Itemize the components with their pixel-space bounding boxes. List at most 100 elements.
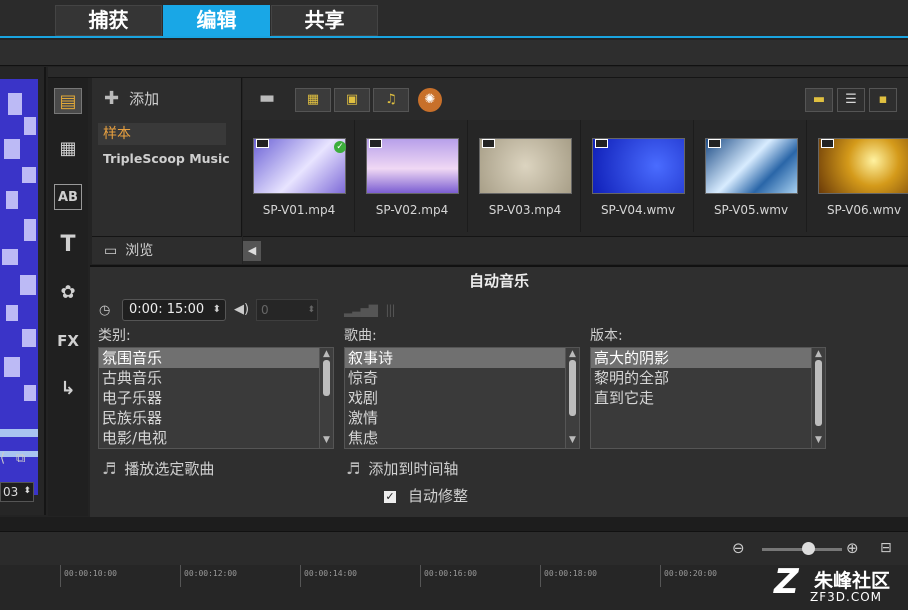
copy-icon[interactable]: ⧉ — [16, 451, 25, 466]
scroll-up-icon[interactable]: ▲ — [566, 349, 579, 359]
zoom-slider-handle[interactable] — [802, 542, 815, 555]
list-item[interactable]: 古典音乐 — [99, 368, 333, 388]
add-to-timeline-button[interactable]: ♬ 添加到时间轴 — [346, 458, 458, 479]
timeline-toolbar: ⊖ ⊕ ⊟ — [0, 531, 908, 565]
thumbnail-view-icon[interactable]: ▪ — [869, 88, 897, 112]
tab-share[interactable]: 共享 — [271, 5, 378, 36]
video-type-icon — [595, 139, 608, 148]
folder-item-triplescoop[interactable]: TripleScoop Music — [103, 151, 230, 166]
scroll-down-icon[interactable]: ▼ — [812, 435, 825, 445]
duration-field[interactable]: 0:00: 15:00 ⬍ — [122, 299, 226, 321]
scroll-thumb[interactable] — [569, 360, 576, 416]
watermark-logo: Z 朱峰社区 ZF3D.COM — [774, 562, 908, 610]
duration-value: 0:00: 15:00 — [129, 302, 205, 317]
spin-icon[interactable]: ⬍ — [213, 300, 221, 320]
scrollbar[interactable]: ▲ ▼ — [811, 348, 825, 448]
browse-button[interactable]: ▭ 浏览 — [92, 236, 242, 264]
zoom-in-icon[interactable]: ⊕ — [846, 539, 859, 557]
thumbnail-scrollbar[interactable]: ◀ — [243, 236, 908, 264]
show-video-icon[interactable]: ▦ — [295, 88, 331, 112]
show-photo-icon[interactable]: ▣ — [334, 88, 370, 112]
preview-video-frame — [0, 79, 38, 495]
media-thumbnail[interactable]: ✓ SP-V01.mp4 — [243, 120, 355, 232]
list-item[interactable]: 氛围音乐 — [99, 348, 333, 368]
tick-mark — [180, 565, 181, 587]
media-thumbnail[interactable]: SP-V06.wmv — [808, 120, 908, 232]
volume-meter-icon: ▂▃▅▇ ||| — [344, 303, 395, 317]
spin-icon[interactable]: ⬍ — [307, 300, 315, 320]
scroll-down-icon[interactable]: ▼ — [320, 435, 333, 445]
media-thumbnail[interactable]: SP-V02.mp4 — [356, 120, 468, 232]
scroll-thumb[interactable] — [815, 360, 822, 426]
graphics-icon[interactable]: ✿ — [54, 280, 82, 306]
version-label: 版本: — [590, 328, 623, 344]
checkbox-check-icon[interactable]: ✓ — [384, 491, 396, 503]
spin-icon[interactable]: ⬍ — [23, 482, 31, 500]
list-view-icon[interactable]: ☰ — [837, 88, 865, 112]
scroll-thumb[interactable] — [323, 360, 330, 396]
top-tab-bar: 捕获 编辑 共享 — [0, 0, 908, 38]
media-thumbnail[interactable]: SP-V03.mp4 — [469, 120, 581, 232]
list-item[interactable]: 黎明的全部 — [591, 368, 825, 388]
folder-item-samples[interactable]: 样本 — [98, 123, 226, 145]
tab-edit[interactable]: 编辑 — [163, 5, 270, 36]
play-selected-song-button[interactable]: ♬ 播放选定歌曲 — [102, 458, 214, 479]
list-item[interactable]: 电子乐器 — [99, 388, 333, 408]
media-library-icon[interactable]: ▤ — [54, 88, 82, 114]
list-item[interactable]: 戏剧 — [345, 388, 579, 408]
menu-strip — [0, 40, 908, 66]
scrollbar[interactable]: ▲ ▼ — [565, 348, 579, 448]
clock-icon: ◷ — [99, 303, 111, 318]
show-audio-icon[interactable]: ♫ — [373, 88, 409, 112]
scroll-left-icon[interactable]: ◀ — [243, 241, 261, 261]
list-item[interactable]: 电影/电视 — [99, 428, 333, 448]
fx-filter-icon[interactable]: FX — [54, 328, 82, 354]
add-folder-label: 添加 — [129, 90, 160, 108]
add-music-icon: ♬ — [346, 459, 361, 478]
song-label: 歌曲: — [344, 328, 377, 344]
link-icon[interactable]: ⟨ — [0, 451, 5, 466]
zoom-out-icon[interactable]: ⊖ — [732, 539, 745, 557]
list-item[interactable]: 焦虑 — [345, 428, 579, 448]
scroll-down-icon[interactable]: ▼ — [566, 435, 579, 445]
timeline-ruler[interactable]: 00:00:10:00 00:00:12:00 00:00:14:00 00:0… — [0, 565, 908, 610]
category-list[interactable]: 氛围音乐 古典音乐 电子乐器 民族乐器 电影/电视 ▲ ▼ — [98, 347, 334, 449]
tick-label: 00:00:20:00 — [664, 569, 717, 578]
speaker-icon: ◀) — [234, 302, 250, 317]
auto-music-panel: 自动音乐 ◷ 0:00: 15:00 ⬍ ◀) 0 ⬍ ▂▃▅▇ ||| 类别: 氛… — [90, 265, 908, 517]
library-grip — [48, 67, 908, 78]
fit-project-icon[interactable]: ⊟ — [880, 540, 892, 556]
list-view-large-icon[interactable]: ▬ — [805, 88, 833, 112]
used-check-icon: ✓ — [334, 141, 346, 153]
auto-trim-checkbox[interactable]: ✓ 自动修整 — [384, 485, 468, 506]
volume-field[interactable]: 0 ⬍ — [256, 299, 318, 321]
scrollbar[interactable]: ▲ ▼ — [319, 348, 333, 448]
browse-icon: ▭ — [104, 243, 118, 259]
plus-icon: ✚ — [104, 88, 120, 109]
song-list[interactable]: 叙事诗 惊奇 戏剧 激情 焦虑 ▲ ▼ — [344, 347, 580, 449]
instant-project-icon[interactable]: ▦ — [54, 136, 82, 162]
auto-music-icon[interactable]: ✺ — [418, 88, 442, 112]
list-item[interactable]: 惊奇 — [345, 368, 579, 388]
list-item[interactable]: 叙事诗 — [345, 348, 579, 368]
transition-icon[interactable]: AB — [54, 184, 82, 210]
tab-capture[interactable]: 捕获 — [55, 5, 162, 36]
thumbnail-name: SP-V03.mp4 — [488, 203, 562, 217]
folder-icon[interactable]: ▬ — [259, 88, 275, 108]
panel-splitter[interactable] — [0, 517, 908, 531]
version-list[interactable]: 高大的阴影 黎明的全部 直到它走 ▲ ▼ — [590, 347, 826, 449]
preview-time-field[interactable]: 03 ⬍ — [0, 482, 34, 502]
scroll-up-icon[interactable]: ▲ — [812, 349, 825, 359]
media-thumbnail[interactable]: SP-V05.wmv — [695, 120, 807, 232]
add-folder-button[interactable]: ✚ 添加 — [104, 88, 159, 109]
scroll-up-icon[interactable]: ▲ — [320, 349, 333, 359]
watermark-name: 朱峰社区 — [814, 570, 891, 592]
list-item[interactable]: 直到它走 — [591, 388, 825, 408]
play-selected-song-label: 播放选定歌曲 — [124, 460, 215, 478]
path-motion-icon[interactable]: ↳ — [54, 376, 82, 402]
list-item[interactable]: 激情 — [345, 408, 579, 428]
media-thumbnail[interactable]: SP-V04.wmv — [582, 120, 694, 232]
list-item[interactable]: 高大的阴影 — [591, 348, 825, 368]
list-item[interactable]: 民族乐器 — [99, 408, 333, 428]
title-icon[interactable]: T — [54, 232, 82, 258]
